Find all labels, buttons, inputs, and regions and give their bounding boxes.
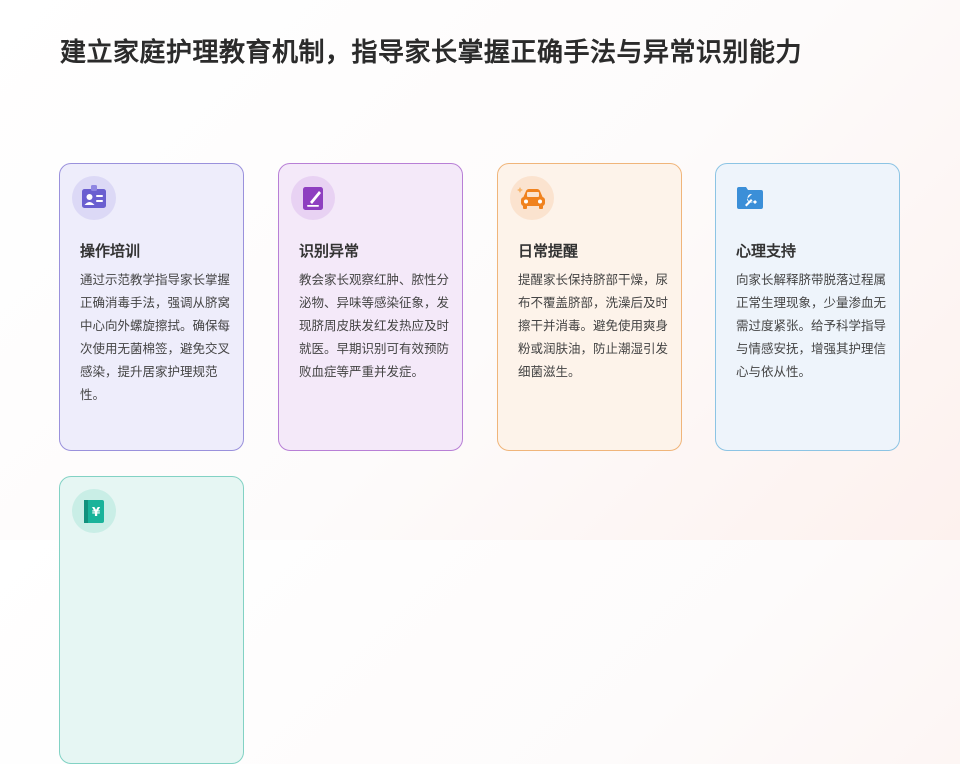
card-daily-reminder: 日常提醒 提醒家长保持脐部干燥，尿布不覆盖脐部，洗澡后及时擦干并消毒。避免使用爽… <box>497 163 682 451</box>
card-title: 操作培训 <box>80 242 141 260</box>
car-icon <box>510 176 554 220</box>
card-description: 提醒家长保持脐部干燥，尿布不覆盖脐部，洗澡后及时擦干并消毒。避免使用爽身粉或润肤… <box>518 272 669 379</box>
svg-text:¥: ¥ <box>92 505 101 519</box>
card-operation-training: 操作培训 通过示范教学指导家长掌握正确消毒手法，强调从脐窝中心向外螺旋擦拭。确保… <box>59 163 244 451</box>
page-title: 建立家庭护理教育机制，指导家长掌握正确手法与异常识别能力 <box>60 38 803 68</box>
card-title: 识别异常 <box>299 242 360 260</box>
card-description: 向家长解释脐带脱落过程属正常生理现象，少量渗血无需过度紧张。给予科学指导与情感安… <box>736 272 887 379</box>
card-partial: ¥ <box>59 476 244 764</box>
card-description: 教会家长观察红肿、脓性分泌物、异味等感染征象，发现脐周皮肤发红发热应及时就医。早… <box>299 272 450 379</box>
card-title: 心理支持 <box>736 242 797 260</box>
id-badge-icon <box>72 176 116 220</box>
pen-document-icon <box>291 176 335 220</box>
card-title: 日常提醒 <box>518 242 579 260</box>
card-identify-abnormal: 识别异常 教会家长观察红肿、脓性分泌物、异味等感染征象，发现脐周皮肤发红发热应及… <box>278 163 463 451</box>
card-psychological-support: 心理支持 向家长解释脐带脱落过程属正常生理现象，少量渗血无需过度紧张。给予科学指… <box>715 163 900 451</box>
yuan-book-icon: ¥ <box>72 489 116 533</box>
wrench-folder-icon <box>728 176 772 220</box>
card-description: 通过示范教学指导家长掌握正确消毒手法，强调从脐窝中心向外螺旋擦拭。确保每次使用无… <box>80 272 231 402</box>
